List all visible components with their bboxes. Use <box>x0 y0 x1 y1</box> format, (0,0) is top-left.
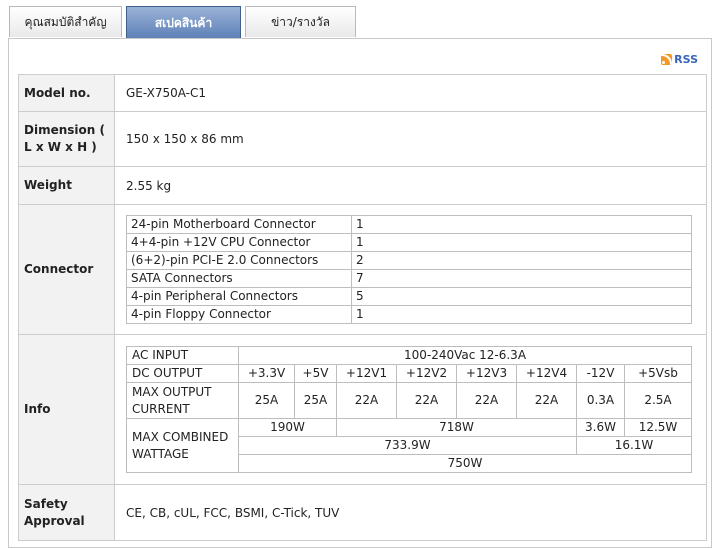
combined-12v: 718W <box>336 418 577 437</box>
connector-row: (6+2)-pin PCI-E 2.0 Connectors 2 <box>126 251 692 270</box>
connector-label: Connector <box>18 204 115 335</box>
connector-name: SATA Connectors <box>126 269 352 288</box>
combined-row-1: MAX COMBINED WATTAGE 190W 718W 3.6W 12.5… <box>126 418 692 473</box>
info-label: Info <box>18 334 115 485</box>
ac-input-label: AC INPUT <box>126 346 239 365</box>
combined-neg12: 3.6W <box>576 418 625 437</box>
spec-row-weight: Weight 2.55 kg <box>18 166 707 205</box>
connector-name: 4+4-pin +12V CPU Connector <box>126 233 352 252</box>
connector-name: (6+2)-pin PCI-E 2.0 Connectors <box>126 251 352 270</box>
max-output-value: 22A <box>516 382 577 419</box>
dc-output-rail: +12V2 <box>396 364 457 383</box>
connector-row: 4+4-pin +12V CPU Connector 1 <box>126 233 692 252</box>
combined-main: 733.9W <box>238 436 577 455</box>
combined-total: 750W <box>238 454 692 473</box>
connector-name: 4-pin Peripheral Connectors <box>126 287 352 306</box>
tab-specifications[interactable]: สเปคสินค้า <box>126 6 241 39</box>
max-output-value: 22A <box>336 382 397 419</box>
connector-row: 4-pin Floppy Connector 1 <box>126 305 692 324</box>
connector-count: 1 <box>351 305 692 324</box>
weight-value: 2.55 kg <box>114 166 707 205</box>
dc-output-rail: +3.3V <box>238 364 295 383</box>
max-output-value: 2.5A <box>624 382 692 419</box>
max-combined-label: MAX COMBINED WATTAGE <box>126 418 239 473</box>
max-output-value: 22A <box>396 382 457 419</box>
spec-row-safety: Safety Approval CE, CB, cUL, FCC, BSMI, … <box>18 484 707 541</box>
connector-row: 4-pin Peripheral Connectors 5 <box>126 287 692 306</box>
dc-output-label: DC OUTPUT <box>126 364 239 383</box>
info-value: AC INPUT 100-240Vac 12-6.3A DC OUTPUT +3… <box>114 334 707 485</box>
dc-output-rail: +12V4 <box>516 364 577 383</box>
ac-input-value: 100-240Vac 12-6.3A <box>238 346 692 365</box>
tab-key-features[interactable]: คุณสมบัติสำคัญ <box>9 6 122 37</box>
rss-icon <box>661 54 673 65</box>
connector-row: 24-pin Motherboard Connector 1 <box>126 215 692 234</box>
safety-value: CE, CB, cUL, FCC, BSMI, C-Tick, TUV <box>114 484 707 541</box>
rss-label: RSS <box>674 53 698 66</box>
spec-panel: RSS Model no. GE-X750A-C1 Dimension ( L … <box>8 38 712 548</box>
max-output-value: 25A <box>294 382 337 419</box>
dc-output-rail: +12V1 <box>336 364 397 383</box>
safety-label: Safety Approval <box>18 484 115 541</box>
rss-link[interactable]: RSS <box>661 53 698 66</box>
model-value: GE-X750A-C1 <box>114 74 707 112</box>
dimension-label: Dimension ( L x W x H ) <box>18 111 115 167</box>
dc-output-rail: +12V3 <box>456 364 517 383</box>
connector-count: 1 <box>351 215 692 234</box>
max-output-row: MAX OUTPUT CURRENT 25A 25A 22A 22A 22A 2… <box>126 382 692 419</box>
max-output-value: 25A <box>238 382 295 419</box>
spec-row-connector: Connector 24-pin Motherboard Connector 1… <box>18 204 707 335</box>
dc-output-rail: -12V <box>576 364 625 383</box>
connector-count: 2 <box>351 251 692 270</box>
model-label: Model no. <box>18 74 115 112</box>
spec-row-dimension: Dimension ( L x W x H ) 150 x 150 x 86 m… <box>18 111 707 167</box>
connector-count: 5 <box>351 287 692 306</box>
dimension-value: 150 x 150 x 86 mm <box>114 111 707 167</box>
max-output-value: 22A <box>456 382 517 419</box>
ac-input-row: AC INPUT 100-240Vac 12-6.3A <box>126 346 692 365</box>
dc-output-rail: +5Vsb <box>624 364 692 383</box>
spec-row-info: Info AC INPUT 100-240Vac 12-6.3A DC OUTP… <box>18 334 707 485</box>
dc-output-rail: +5V <box>294 364 337 383</box>
max-output-label: MAX OUTPUT CURRENT <box>126 382 239 419</box>
spec-row-model: Model no. GE-X750A-C1 <box>18 74 707 112</box>
connector-name: 24-pin Motherboard Connector <box>126 215 352 234</box>
combined-aux: 16.1W <box>576 436 692 455</box>
connector-table: 24-pin Motherboard Connector 1 4+4-pin +… <box>126 215 692 324</box>
dc-output-row: DC OUTPUT +3.3V +5V +12V1 +12V2 +12V3 +1… <box>126 364 692 383</box>
combined-low-rail: 190W <box>238 418 337 437</box>
combined-5vsb: 12.5W <box>624 418 692 437</box>
power-info-table: AC INPUT 100-240Vac 12-6.3A DC OUTPUT +3… <box>126 346 692 473</box>
connector-count: 1 <box>351 233 692 252</box>
connector-count: 7 <box>351 269 692 288</box>
tab-news-awards[interactable]: ข่าว/รางวัล <box>245 6 356 37</box>
spec-table: Model no. GE-X750A-C1 Dimension ( L x W … <box>18 74 707 541</box>
max-output-value: 0.3A <box>576 382 625 419</box>
connector-row: SATA Connectors 7 <box>126 269 692 288</box>
weight-label: Weight <box>18 166 115 205</box>
connector-value: 24-pin Motherboard Connector 1 4+4-pin +… <box>114 204 707 335</box>
connector-name: 4-pin Floppy Connector <box>126 305 352 324</box>
